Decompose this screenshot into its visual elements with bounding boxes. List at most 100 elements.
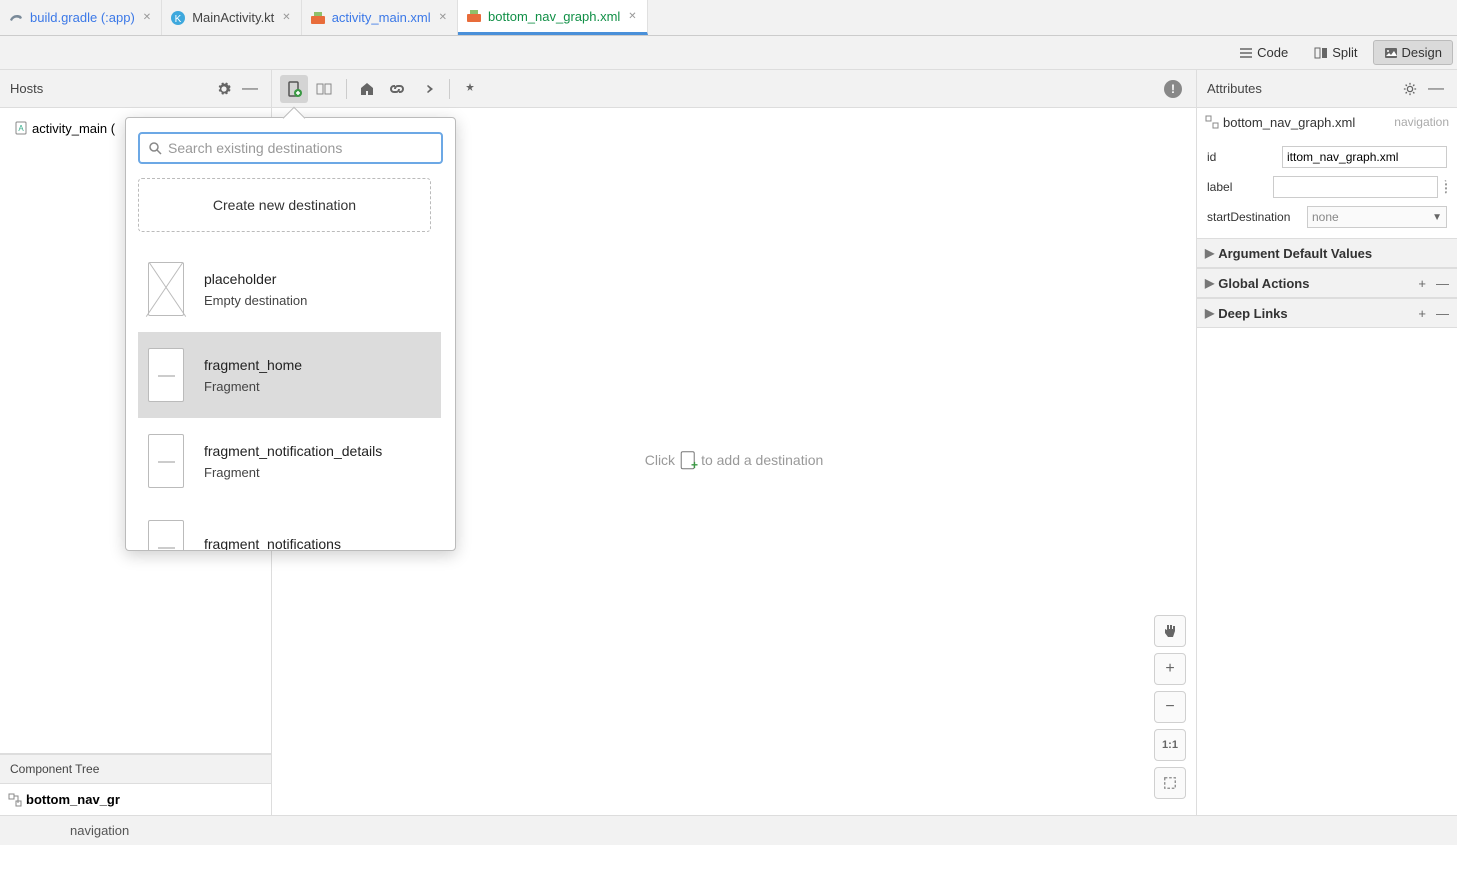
nested-graph-button[interactable]: [310, 75, 338, 103]
lines-icon: [1239, 46, 1253, 60]
zoom-out-button[interactable]: −: [1154, 691, 1186, 723]
auto-arrange-button[interactable]: [456, 75, 484, 103]
add-destination-icon: [681, 451, 695, 469]
zoom-in-button[interactable]: +: [1154, 653, 1186, 685]
search-input-container: [138, 132, 443, 164]
gear-icon[interactable]: [1399, 78, 1421, 100]
destination-item-fragment-notifications[interactable]: fragment_notifications: [138, 504, 441, 550]
destination-item-fragment-home[interactable]: fragment_home Fragment: [138, 332, 441, 418]
tab-label: activity_main.xml: [332, 10, 431, 25]
attributes-filename: bottom_nav_graph.xml: [1223, 115, 1355, 130]
destination-list: placeholder Empty destination fragment_h…: [138, 246, 443, 550]
layout-icon: [466, 8, 482, 24]
viewmode-split[interactable]: Split: [1303, 40, 1368, 65]
destination-title: fragment_notification_details: [204, 443, 382, 459]
id-label: id: [1207, 150, 1282, 164]
minimize-icon[interactable]: —: [239, 78, 261, 100]
minimize-icon[interactable]: —: [1425, 78, 1447, 100]
arrow-button[interactable]: [413, 75, 441, 103]
tab-label: build.gradle (:app): [30, 10, 135, 25]
tab-build-gradle[interactable]: build.gradle (:app) ✕: [0, 0, 162, 35]
separator: [449, 79, 450, 99]
kotlin-icon: K: [170, 10, 186, 26]
viewmode-code[interactable]: Code: [1228, 40, 1299, 65]
attributes-file-row: bottom_nav_graph.xml navigation: [1197, 108, 1457, 136]
startdestination-label: startDestination: [1207, 210, 1307, 224]
search-icon: [148, 141, 162, 155]
add-icon[interactable]: +: [1418, 306, 1426, 321]
remove-icon[interactable]: —: [1436, 276, 1449, 291]
pan-button[interactable]: [1154, 615, 1186, 647]
section-global-actions[interactable]: ▶ Global Actions + —: [1197, 268, 1457, 298]
svg-text:K: K: [175, 14, 182, 25]
create-new-destination-button[interactable]: Create new destination: [138, 178, 431, 232]
search-input[interactable]: [168, 140, 433, 156]
link-button[interactable]: [383, 75, 411, 103]
destination-item-placeholder[interactable]: placeholder Empty destination: [138, 246, 441, 332]
chevron-down-icon: ▼: [1432, 212, 1442, 223]
home-button[interactable]: [353, 75, 381, 103]
close-icon[interactable]: ✕: [282, 12, 290, 23]
attributes-panel: Attributes — bottom_nav_graph.xml naviga…: [1196, 70, 1457, 815]
component-tree-item[interactable]: bottom_nav_gr: [8, 792, 263, 807]
activity-icon: A: [14, 121, 28, 135]
zoom-fit-button[interactable]: [1154, 767, 1186, 799]
tab-label: MainActivity.kt: [192, 10, 274, 25]
id-field[interactable]: [1282, 146, 1447, 168]
add-icon[interactable]: +: [1418, 276, 1426, 291]
breadcrumb-bar: navigation: [0, 815, 1457, 845]
destination-title: fragment_home: [204, 357, 302, 373]
destination-thumb: [148, 262, 184, 316]
destination-subtitle: Fragment: [204, 379, 302, 394]
remove-icon[interactable]: —: [1436, 306, 1449, 321]
chevron-right-icon: ▶: [1205, 306, 1214, 320]
label-label: label: [1207, 180, 1273, 194]
add-destination-popup: Create new destination placeholder Empty…: [125, 117, 456, 551]
component-tree-list: bottom_nav_gr: [0, 784, 271, 815]
gradle-icon: [8, 10, 24, 26]
breadcrumb[interactable]: navigation: [70, 823, 129, 838]
tab-label: bottom_nav_graph.xml: [488, 9, 620, 24]
zoom-panel: + − 1:1: [1154, 615, 1186, 799]
host-item-label: activity_main (: [32, 121, 115, 136]
svg-text:A: A: [18, 124, 24, 133]
layout-icon: [310, 10, 326, 26]
canvas-toolbar: !: [272, 70, 1196, 108]
add-destination-button[interactable]: [280, 75, 308, 103]
destination-thumb: [148, 434, 184, 488]
nav-graph-icon: [1205, 115, 1219, 129]
section-argument-defaults[interactable]: ▶ Argument Default Values: [1197, 238, 1457, 268]
close-icon[interactable]: ✕: [439, 12, 447, 23]
inspect-icon[interactable]: [1442, 180, 1447, 194]
section-deep-links[interactable]: ▶ Deep Links + —: [1197, 298, 1457, 328]
destination-subtitle: Fragment: [204, 465, 382, 480]
component-item-label: bottom_nav_gr: [26, 792, 120, 807]
tab-bottom-nav-graph[interactable]: bottom_nav_graph.xml ✕: [458, 0, 648, 35]
viewmode-bar: Code Split Design: [0, 36, 1457, 70]
viewmode-design[interactable]: Design: [1373, 40, 1453, 65]
destination-title: placeholder: [204, 271, 307, 287]
warning-icon[interactable]: !: [1164, 80, 1182, 98]
attributes-filetype: navigation: [1394, 115, 1449, 129]
component-tree-header: Component Tree: [0, 754, 271, 784]
attributes-title: Attributes: [1207, 81, 1262, 96]
separator: [346, 79, 347, 99]
close-icon[interactable]: ✕: [143, 12, 151, 23]
attributes-form: id label startDestination none ▼: [1197, 136, 1457, 238]
close-icon[interactable]: ✕: [628, 11, 636, 22]
hosts-header: Hosts —: [0, 70, 271, 108]
component-tree-title: Component Tree: [10, 762, 99, 776]
nav-graph-icon: [8, 793, 22, 807]
canvas-placeholder: Click to add a destination: [645, 451, 824, 469]
destination-thumb: [148, 348, 184, 402]
destination-title: fragment_notifications: [204, 536, 341, 550]
label-field[interactable]: [1273, 176, 1438, 198]
gear-icon[interactable]: [213, 78, 235, 100]
tab-mainactivity[interactable]: K MainActivity.kt ✕: [162, 0, 302, 35]
tab-activity-main[interactable]: activity_main.xml ✕: [302, 0, 458, 35]
hosts-title: Hosts: [10, 81, 43, 96]
split-icon: [1314, 46, 1328, 60]
zoom-1to1-button[interactable]: 1:1: [1154, 729, 1186, 761]
destination-item-fragment-notification-details[interactable]: fragment_notification_details Fragment: [138, 418, 441, 504]
startdestination-select[interactable]: none ▼: [1307, 206, 1447, 228]
